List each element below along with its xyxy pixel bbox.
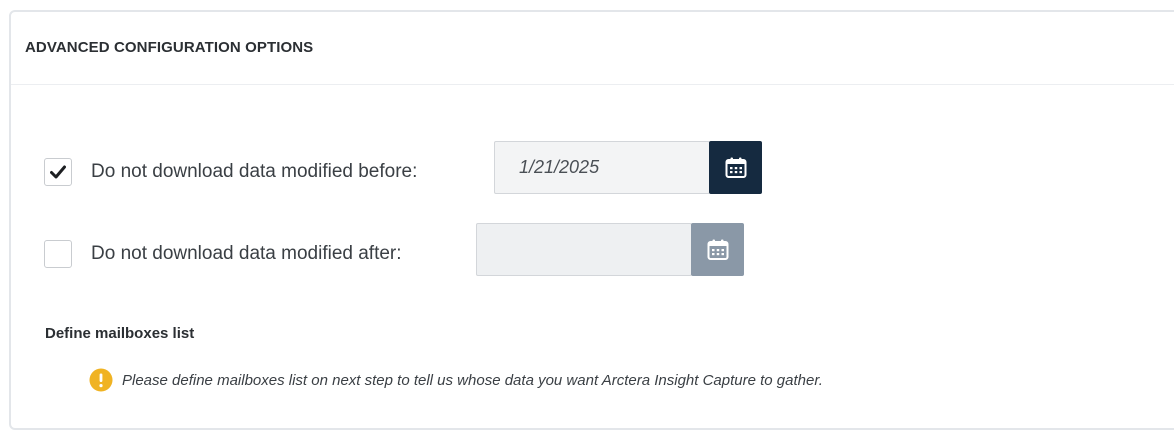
- checkmark-icon: [50, 165, 66, 179]
- modified-before-label: Do not download data modified before:: [91, 161, 418, 182]
- panel-header: ADVANCED CONFIGURATION OPTIONS: [11, 12, 1174, 85]
- calendar-icon: [725, 157, 746, 178]
- warning-icon: [89, 368, 113, 392]
- modified-before-calendar-button[interactable]: [709, 141, 762, 194]
- panel-title: ADVANCED CONFIGURATION OPTIONS: [25, 39, 314, 56]
- calendar-icon: [707, 239, 728, 260]
- modified-after-date-input[interactable]: [476, 223, 692, 276]
- mailboxes-section-title: Define mailboxes list: [45, 325, 195, 342]
- advanced-configuration-panel: ADVANCED CONFIGURATION OPTIONS: [9, 10, 1174, 430]
- modified-before-date-input[interactable]: [494, 141, 710, 194]
- mailboxes-notice: Please define mailboxes list on next ste…: [89, 368, 823, 392]
- modified-after-label: Do not download data modified after:: [91, 243, 402, 264]
- mailboxes-notice-text: Please define mailboxes list on next ste…: [122, 371, 823, 389]
- modified-before-checkbox[interactable]: [44, 158, 72, 186]
- modified-after-checkbox[interactable]: [44, 240, 72, 268]
- modified-after-calendar-button[interactable]: [691, 223, 744, 276]
